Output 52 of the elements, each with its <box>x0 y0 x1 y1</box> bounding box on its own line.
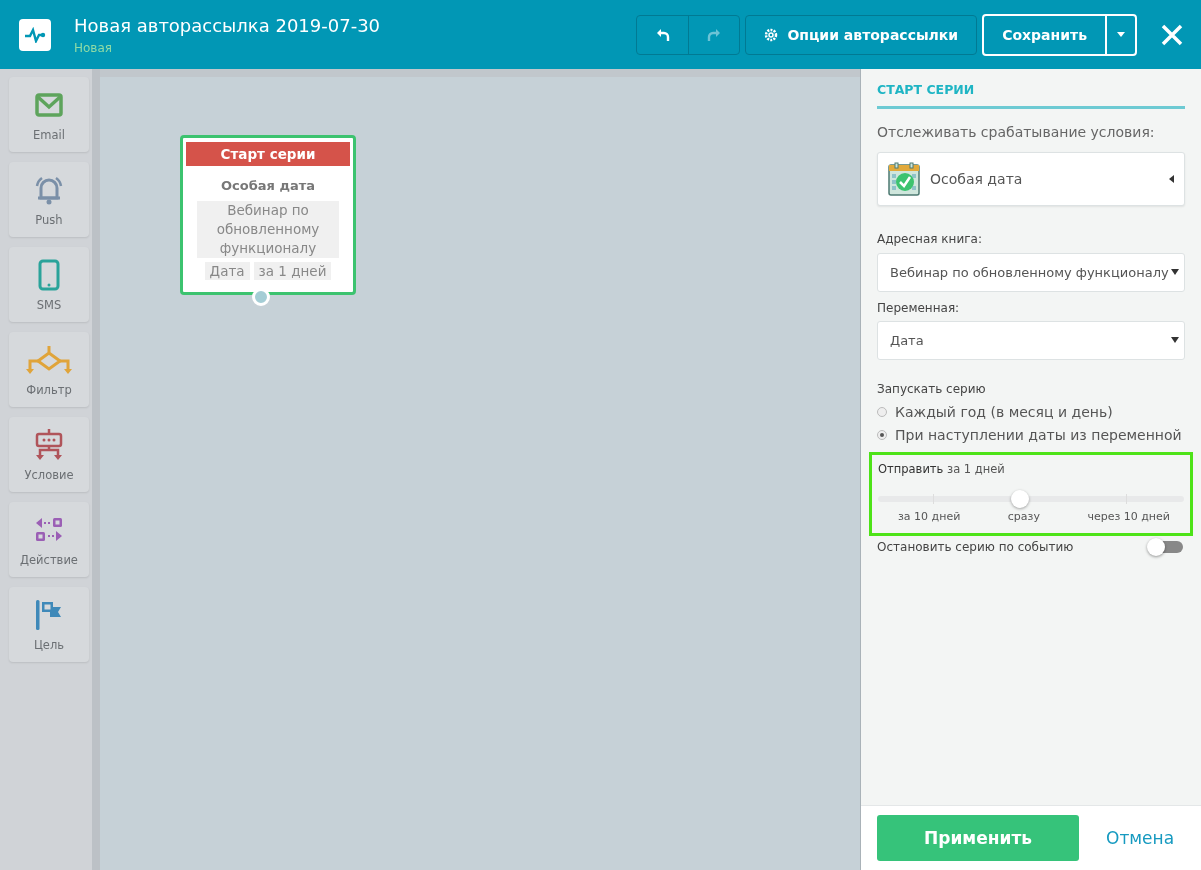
palette-item[interactable]: SMS <box>9 247 89 322</box>
field-label: Переменная: <box>877 301 961 315</box>
palette-item[interactable]: Действие <box>9 502 89 577</box>
options-button[interactable]: Опции авторассылки <box>745 14 978 55</box>
envelope-icon <box>35 92 63 117</box>
toggle-switch[interactable] <box>1149 541 1183 553</box>
caret-icon <box>1171 337 1179 343</box>
caret-icon <box>1117 32 1125 37</box>
tick-label: за 10 дней <box>898 510 961 523</box>
exchange-icon <box>35 516 63 543</box>
slider-thumb[interactable] <box>1011 490 1030 508</box>
palette-item[interactable]: Email <box>9 77 89 152</box>
palette-item[interactable]: Push <box>9 162 89 237</box>
settings-icon <box>764 27 779 42</box>
tick-label: через 10 дней <box>1087 510 1170 523</box>
close-icon <box>1161 23 1183 46</box>
undo-icon <box>655 27 670 42</box>
start-node[interactable]: Старт серии Особая дата Вебинар по обновленному функционалу Дата за 1 дней <box>180 135 356 295</box>
section-heading: СТАРТ СЕРИИ <box>877 77 1185 109</box>
palette-item[interactable]: Цель <box>9 587 89 662</box>
address-book-select[interactable]: Вебинар по обновленному функционалу <box>877 253 1185 292</box>
branch-icon <box>26 344 72 375</box>
node-tag: Дата <box>204 262 250 280</box>
radio-option[interactable]: Каждый год (в месяц и день) <box>877 400 1185 423</box>
split-arrows-icon <box>34 427 64 462</box>
tick-label: сразу <box>1007 510 1040 523</box>
window-title: Новая авторассылка 2019-07-30 <box>74 14 382 36</box>
palette-item[interactable]: Условие <box>9 417 89 492</box>
node-tag: за 1 дней <box>253 262 332 280</box>
node-title: Особая дата <box>221 178 315 193</box>
phone-icon <box>38 258 60 291</box>
calendar-check-icon <box>888 162 920 196</box>
pulse-logo-icon <box>19 18 51 51</box>
flag-icon <box>35 598 63 631</box>
field-label: Адресная книга: <box>877 232 983 246</box>
caret-icon <box>1169 175 1174 183</box>
status-label: Новая <box>74 40 113 55</box>
palette-item[interactable]: Фильтр <box>9 332 89 407</box>
node-header: Старт серии <box>186 142 350 166</box>
slider-track[interactable] <box>878 490 1184 508</box>
connector-port[interactable] <box>252 288 270 306</box>
send-offset-label: Отправить за 1 дней <box>878 462 1006 476</box>
toggle-label: Остановить серию по событию <box>877 540 1074 554</box>
apply-button[interactable]: Применить <box>877 815 1079 861</box>
redo-icon <box>707 27 722 42</box>
cancel-link[interactable]: Отмена <box>1106 828 1175 848</box>
field-label: Запускать серию <box>877 382 987 396</box>
caret-icon <box>1171 269 1179 275</box>
field-label: Отслеживать срабатывание условия: <box>877 124 1156 140</box>
trigger-select[interactable]: Особая дата <box>877 152 1185 206</box>
variable-select[interactable]: Дата <box>877 321 1185 360</box>
radio-option[interactable]: При наступлении даты из переменной <box>877 423 1185 446</box>
